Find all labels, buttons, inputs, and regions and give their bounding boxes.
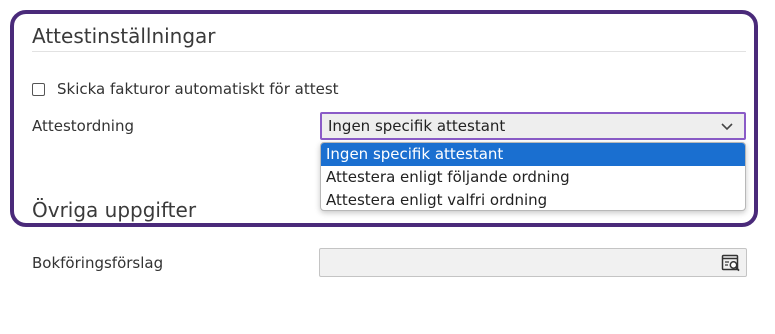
section-divider bbox=[32, 51, 746, 52]
auto-send-checkbox[interactable] bbox=[32, 82, 45, 96]
document-search-icon[interactable] bbox=[721, 253, 741, 273]
dropdown-option[interactable]: Attestera enligt följande ordning bbox=[321, 166, 745, 189]
attest-order-value: Ingen specifik attestant bbox=[328, 117, 506, 135]
chevron-down-icon bbox=[721, 123, 733, 131]
attest-order-select[interactable]: Ingen specifik attestant bbox=[320, 112, 746, 140]
bookkeeping-input[interactable] bbox=[319, 248, 747, 277]
attest-order-dropdown: Ingen specifik attestant Attestera enlig… bbox=[320, 142, 746, 211]
dropdown-option[interactable]: Ingen specifik attestant bbox=[321, 143, 745, 166]
section-title-attest: Attestinställningar bbox=[32, 24, 216, 48]
dropdown-option[interactable]: Attestera enligt valfri ordning bbox=[321, 189, 745, 210]
section-divider bbox=[32, 226, 746, 227]
section-title-other: Övriga uppgifter bbox=[32, 198, 197, 222]
auto-send-label: Skicka fakturor automatiskt för attest bbox=[57, 80, 339, 98]
auto-send-row[interactable]: Skicka fakturor automatiskt för attest bbox=[32, 80, 339, 98]
bookkeeping-label: Bokföringsförslag bbox=[32, 254, 164, 272]
attest-order-label: Attestordning bbox=[32, 117, 134, 135]
